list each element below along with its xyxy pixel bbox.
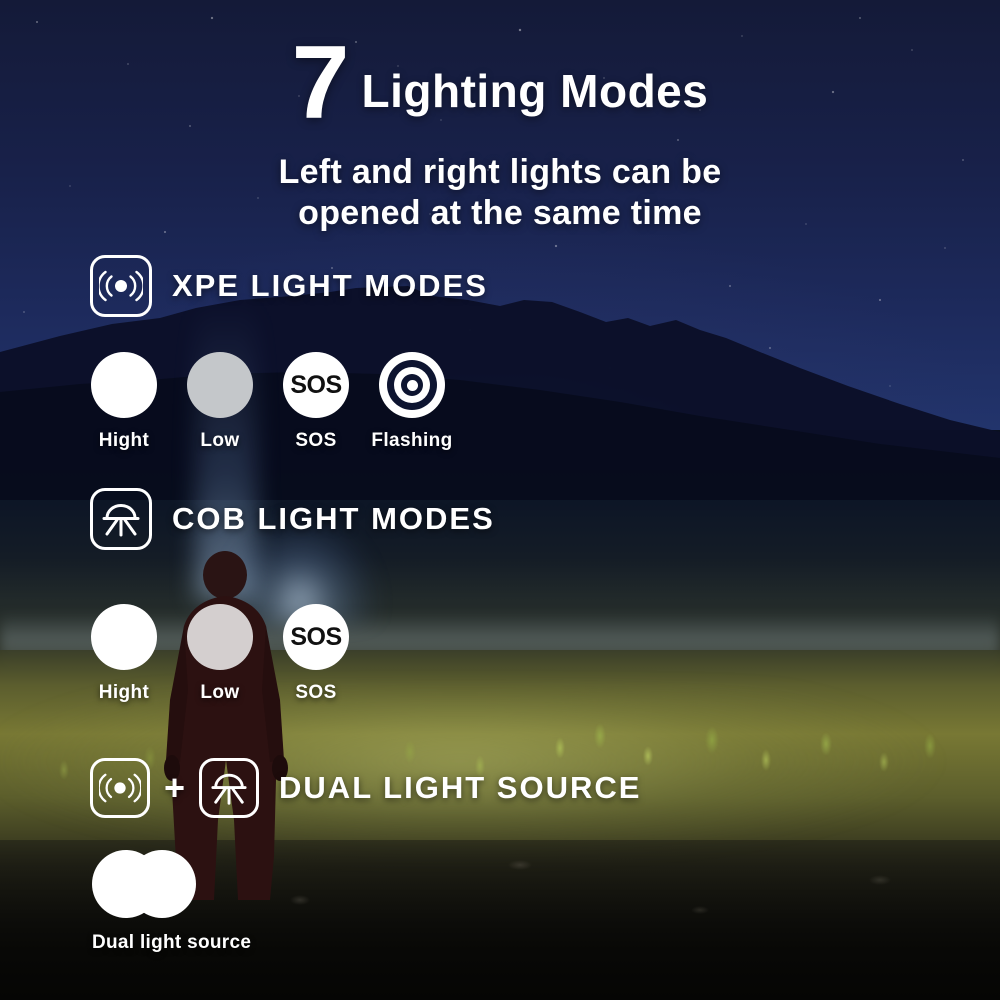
infographic-canvas: 7 Lighting Modes Left and right lights c… [0,0,1000,1000]
cob-dome-icon [90,488,152,550]
mode-item-dual-light-source[interactable]: Dual light source [92,850,251,954]
mode-row-xpe: Hight Low SOS SOS Flashing [76,352,460,452]
mode-label: Low [200,682,240,703]
mode-label: Dual light source [92,932,252,953]
mode-dot-sos-icon: SOS [283,352,349,418]
dual-circles-icon [92,850,196,918]
mode-label: Hight [98,682,150,703]
mode-count: 7 [291,25,350,141]
sos-glyph: SOS [290,622,342,651]
mode-label: SOS [295,682,337,703]
mode-dot-low-icon [187,352,253,418]
mode-label: Low [200,430,240,451]
plus-icon: + [164,767,186,808]
mode-item-cob-sos[interactable]: SOS SOS [268,604,364,704]
mode-dot-high-icon [91,352,157,418]
section-label-xpe: XPE LIGHT MODES [172,268,488,303]
section-label-dual: DUAL LIGHT SOURCE [279,770,642,805]
mode-item-xpe-flashing[interactable]: Flashing [364,352,460,452]
xpe-signal-icon [90,255,152,317]
sos-glyph: SOS [290,370,342,399]
mode-dot-high-icon [91,604,157,670]
headline-row: 7 Lighting Modes [0,25,1000,141]
subtitle-line-1: Left and right lights can be [278,153,722,191]
mode-row-cob: Hight Low SOS SOS [76,604,364,704]
mode-dot-low-icon [187,604,253,670]
mode-item-cob-high[interactable]: Hight [76,604,172,704]
mode-item-xpe-low[interactable]: Low [172,352,268,452]
mode-dot-flashing-icon [379,352,445,418]
section-header-dual: + DUAL LIGHT SOURCE [90,758,641,818]
mode-label: SOS [295,430,337,451]
mode-item-cob-low[interactable]: Low [172,604,268,704]
mode-label: Flashing [371,430,453,451]
cob-dome-icon [199,758,260,818]
mode-label: Hight [98,430,150,451]
section-header-xpe: XPE LIGHT MODES [90,255,488,317]
mode-item-xpe-high[interactable]: Hight [76,352,172,452]
subtitle: Left and right lights can be opened at t… [0,152,1000,235]
section-label-cob: COB LIGHT MODES [172,501,495,536]
mode-item-xpe-sos[interactable]: SOS SOS [268,352,364,452]
page-title: Lighting Modes [361,64,709,117]
section-header-cob: COB LIGHT MODES [90,488,495,550]
subtitle-line-2: opened at the same time [298,194,702,233]
xpe-signal-icon [90,758,150,818]
mode-dot-sos-icon: SOS [283,604,349,670]
